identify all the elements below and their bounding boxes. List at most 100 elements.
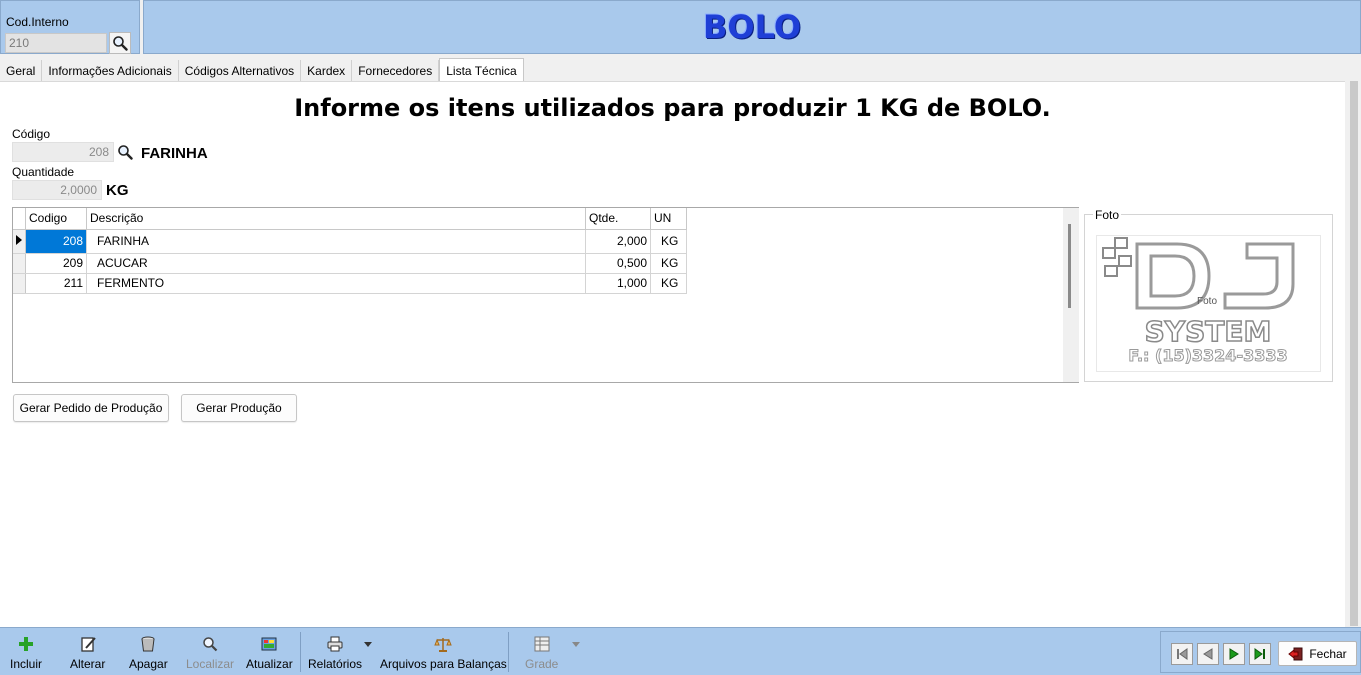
- cell-codigo[interactable]: 208: [25, 229, 87, 254]
- alterar-button[interactable]: Alterar: [70, 634, 105, 672]
- foto-label: Foto: [1093, 208, 1122, 222]
- exit-icon: [1288, 647, 1303, 660]
- gerar-pedido-producao-button[interactable]: Gerar Pedido de Produção: [13, 394, 169, 422]
- fechar-button[interactable]: Fechar: [1278, 641, 1357, 666]
- cell-descricao[interactable]: FERMENTO: [86, 273, 586, 294]
- panel-scrollbar-thumb[interactable]: [1350, 81, 1358, 626]
- product-photo[interactable]: Foto SYSTEM F.: (15)3324-3333: [1096, 235, 1321, 372]
- cell-codigo[interactable]: 209: [25, 253, 87, 274]
- row-indicator: [13, 253, 26, 274]
- dj-system-logo: Foto SYSTEM F.: (15)3324-3333: [1102, 237, 1295, 366]
- cell-descricao[interactable]: FARINHA: [86, 229, 586, 254]
- codigo-input[interactable]: 208: [12, 142, 114, 162]
- grade-button[interactable]: Grade: [525, 634, 558, 672]
- first-record-button[interactable]: [1171, 643, 1193, 665]
- cell-descricao[interactable]: ACUCAR: [86, 253, 586, 274]
- col-codigo-header[interactable]: Codigo: [25, 208, 87, 230]
- foto-group: Foto SYSTEM F.: (15)3324-3333: [1084, 214, 1333, 382]
- apagar-label: Apagar: [129, 657, 168, 671]
- table-row[interactable]: 211 FERMENTO 1,000 KG: [13, 273, 687, 294]
- grid-scrollbar-thumb[interactable]: [1068, 224, 1071, 308]
- codigo-search-button[interactable]: [115, 142, 135, 162]
- apagar-button[interactable]: Apagar: [129, 634, 168, 672]
- page-heading: Informe os itens utilizados para produzi…: [294, 94, 1051, 122]
- gerar-producao-button[interactable]: Gerar Produção: [181, 394, 297, 422]
- panel-scrollbar[interactable]: [1347, 81, 1361, 627]
- localizar-button[interactable]: Localizar: [186, 634, 234, 672]
- codigo-label: Código: [12, 127, 51, 141]
- grid-scrollbar[interactable]: [1063, 208, 1079, 382]
- col-un-header[interactable]: UN: [650, 208, 687, 230]
- lista-tecnica-panel: Informe os itens utilizados para produzi…: [0, 81, 1345, 627]
- col-descricao-header[interactable]: Descrição: [86, 208, 586, 230]
- fechar-label: Fechar: [1309, 646, 1347, 661]
- chevron-down-icon: [572, 642, 580, 647]
- items-grid[interactable]: Codigo Descrição Qtde. UN 208 FARINHA 2,…: [12, 207, 1079, 383]
- previous-record-button[interactable]: [1197, 643, 1219, 665]
- cell-qtde[interactable]: 2,000: [585, 229, 651, 254]
- row-indicator: [13, 273, 26, 294]
- tab-informacoes-adicionais[interactable]: Informações Adicionais: [42, 60, 179, 82]
- foto-overlay-text: Foto: [1197, 296, 1217, 307]
- relatorios-button[interactable]: Relatórios: [308, 634, 362, 672]
- refresh-icon: [260, 634, 278, 654]
- first-icon: [1177, 648, 1188, 660]
- atualizar-button[interactable]: Atualizar: [246, 634, 293, 672]
- chevron-down-icon: [364, 642, 372, 647]
- product-title-panel: BOLO: [143, 0, 1361, 54]
- cell-qtde[interactable]: 1,000: [585, 273, 651, 294]
- cell-codigo[interactable]: 211: [25, 273, 87, 294]
- cod-interno-input[interactable]: 210: [5, 33, 107, 53]
- search-icon: [202, 634, 218, 654]
- atualizar-label: Atualizar: [246, 657, 293, 671]
- next-record-button[interactable]: [1223, 643, 1245, 665]
- cell-un[interactable]: KG: [650, 229, 687, 254]
- last-record-button[interactable]: [1249, 643, 1271, 665]
- printer-icon: [326, 634, 344, 654]
- localizar-label: Localizar: [186, 657, 235, 671]
- row-indicator: [13, 229, 26, 254]
- quantidade-unit: KG: [106, 182, 129, 199]
- tab-lista-tecnica[interactable]: Lista Técnica: [439, 58, 524, 81]
- tab-geral[interactable]: Geral: [0, 60, 43, 82]
- quantidade-input[interactable]: 2,0000: [12, 180, 102, 200]
- tab-codigos-alternativos[interactable]: Códigos Alternativos: [179, 60, 302, 82]
- edit-icon: [79, 634, 97, 654]
- table-row[interactable]: 209 ACUCAR 0,500 KG: [13, 253, 687, 274]
- incluir-label: Incluir: [10, 657, 43, 671]
- grid-header-row: Codigo Descrição Qtde. UN: [13, 208, 687, 230]
- relatorios-dropdown-arrow[interactable]: [364, 642, 372, 675]
- grade-label: Grade: [525, 657, 559, 671]
- arquivos-label: Arquivos para Balanças: [380, 657, 507, 671]
- tab-kardex[interactable]: Kardex: [301, 60, 353, 82]
- items-table: Codigo Descrição Qtde. UN 208 FARINHA 2,…: [13, 208, 687, 294]
- logo-system-text: SYSTEM: [1145, 315, 1272, 348]
- cell-un[interactable]: KG: [650, 253, 687, 274]
- cell-qtde[interactable]: 0,500: [585, 253, 651, 274]
- previous-icon: [1203, 648, 1213, 660]
- grade-dropdown-arrow[interactable]: [572, 642, 580, 675]
- toolbar-separator: [508, 632, 509, 672]
- top-header: Cod.Interno 210 BOLO: [0, 0, 1361, 56]
- table-row[interactable]: 208 FARINHA 2,000 KG: [13, 229, 687, 254]
- col-qtde-header[interactable]: Qtde.: [585, 208, 651, 230]
- incluir-button[interactable]: Incluir: [10, 634, 42, 672]
- search-icon: [113, 36, 128, 51]
- tab-fornecedores[interactable]: Fornecedores: [352, 60, 440, 82]
- row-pointer-icon: [16, 234, 22, 245]
- codigo-description: FARINHA: [141, 145, 208, 162]
- cod-interno-label: Cod.Interno: [6, 15, 69, 29]
- cod-search-button[interactable]: [109, 32, 131, 54]
- plus-icon: [17, 634, 35, 654]
- toolbar-separator: [300, 632, 301, 672]
- bottom-toolbar: Incluir Alterar Apagar Localizar Atualiz…: [0, 627, 1361, 675]
- arquivos-balancas-button[interactable]: Arquivos para Balanças: [380, 634, 507, 672]
- alterar-label: Alterar: [70, 657, 106, 671]
- product-title: BOLO: [702, 8, 802, 46]
- grid-indicator-header: [13, 208, 26, 230]
- last-icon: [1254, 648, 1265, 660]
- record-navigator: Fechar: [1160, 631, 1361, 673]
- cell-un[interactable]: KG: [650, 273, 687, 294]
- logo-phone-text: F.: (15)3324-3333: [1128, 346, 1287, 365]
- next-icon: [1229, 648, 1239, 660]
